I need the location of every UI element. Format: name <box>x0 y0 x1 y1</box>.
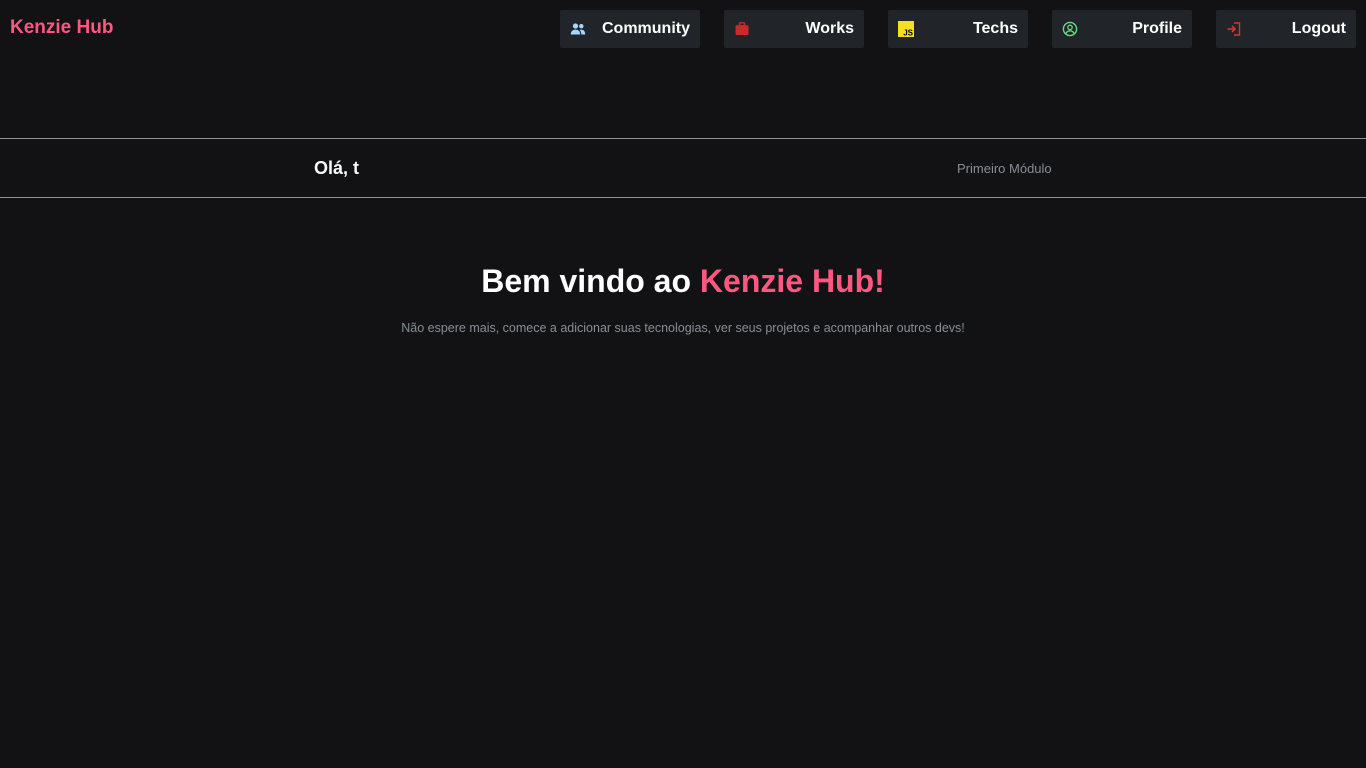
user-circle-icon <box>1062 21 1078 37</box>
logout-icon <box>1227 22 1241 36</box>
javascript-icon-text: JS <box>903 29 913 38</box>
techs-label: Techs <box>972 20 1018 37</box>
logout-label: Logout <box>1291 20 1346 37</box>
welcome-subtitle: Não espere mais, comece a adicionar suas… <box>401 321 965 335</box>
welcome-title: Bem vindo ao Kenzie Hub! <box>0 262 1366 300</box>
works-button[interactable]: Works <box>724 10 864 48</box>
techs-button[interactable]: JS Techs <box>888 10 1028 48</box>
user-module: Primeiro Módulo <box>957 161 1052 176</box>
profile-label: Profile <box>1132 20 1182 37</box>
user-greeting: Olá, t <box>314 158 360 178</box>
javascript-icon: JS <box>898 21 914 37</box>
app-logo: Kenzie Hub <box>10 17 114 38</box>
logout-button[interactable]: Logout <box>1216 10 1356 48</box>
welcome-title-accent: Kenzie Hub! <box>699 263 885 299</box>
welcome-title-prefix: Bem vindo ao <box>481 263 700 299</box>
people-icon <box>570 23 586 35</box>
greeting-bar: Olá, t Primeiro Módulo <box>0 138 1366 198</box>
community-label: Community <box>602 20 690 37</box>
briefcase-icon <box>735 22 749 35</box>
profile-button[interactable]: Profile <box>1052 10 1192 48</box>
top-navbar: Kenzie Hub Community Works JS Techs Prof… <box>0 0 1366 56</box>
community-button[interactable]: Community <box>560 10 700 48</box>
works-label: Works <box>805 20 854 37</box>
